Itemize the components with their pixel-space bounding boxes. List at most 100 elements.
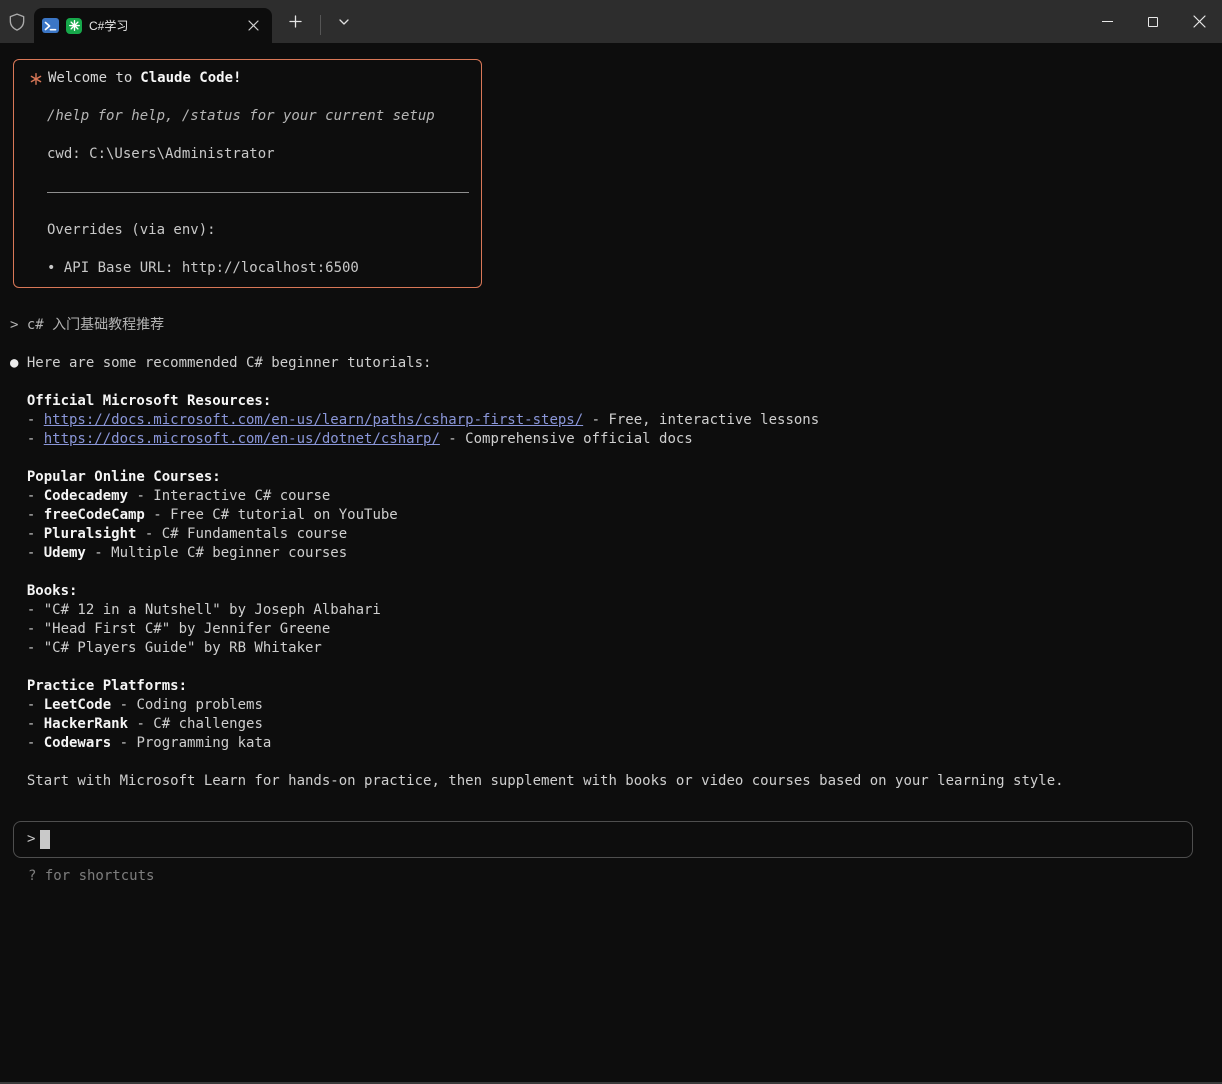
closing-line: Start with Microsoft Learn for hands-on … <box>10 772 1222 791</box>
section-heading: Books: <box>10 582 1222 601</box>
text-cursor <box>40 830 50 849</box>
text-segment: - "C# Players Guide" by RB Whitaker <box>10 640 322 656</box>
blank-line <box>10 335 1222 354</box>
text-segment: - Comprehensive official docs <box>440 431 693 447</box>
blank-line <box>10 373 1222 392</box>
tab-title: C#学习 <box>89 17 235 34</box>
text-segment: - <box>10 412 44 428</box>
minimize-icon <box>1102 21 1113 22</box>
text-segment: - <box>10 507 44 523</box>
text-segment: - <box>10 735 44 751</box>
maximize-icon <box>1148 17 1158 27</box>
minimize-button[interactable] <box>1084 0 1130 43</box>
text-segment <box>10 678 27 694</box>
text-segment: Codecademy <box>44 488 128 504</box>
titlebar: C#学习 <box>0 0 1222 43</box>
welcome-app-name: Claude Code! <box>140 69 241 88</box>
text-segment <box>10 393 27 409</box>
text-segment: - "Head First C#" by Jennifer Greene <box>10 621 330 637</box>
list-item: - https://docs.microsoft.com/en-us/learn… <box>10 411 1222 430</box>
text-segment: - <box>10 716 44 732</box>
help-hint-line: /help for help, /status for your current… <box>47 107 435 126</box>
welcome-title-line: Welcome to Claude Code! <box>30 69 473 88</box>
terminal-content: Welcome to Claude Code! /help for help, … <box>0 43 1222 1082</box>
list-item: - Codewars - Programming kata <box>10 734 1222 753</box>
text-segment: - Interactive C# course <box>128 488 330 504</box>
section-heading: Popular Online Courses: <box>10 468 1222 487</box>
text-segment: - C# Fundamentals course <box>136 526 347 542</box>
list-item: - https://docs.microsoft.com/en-us/dotne… <box>10 430 1222 449</box>
assistant-intro-line: ● Here are some recommended C# beginner … <box>10 354 1222 373</box>
text-segment: Popular Online Courses: <box>27 469 221 485</box>
shortcuts-hint: ? for shortcuts <box>28 867 1222 886</box>
admin-shield-icon <box>0 0 34 43</box>
text-segment: LeetCode <box>44 697 111 713</box>
text-segment: Udemy <box>44 545 86 561</box>
section-heading: Official Microsoft Resources: <box>10 392 1222 411</box>
close-button[interactable] <box>1176 0 1222 43</box>
text-segment: c# 入门基础教程推荐 <box>27 317 164 333</box>
welcome-text: Welcome to <box>48 69 132 88</box>
text-segment: > <box>10 317 27 333</box>
powershell-icon <box>42 18 59 33</box>
tab-dropdown-button[interactable] <box>329 7 359 37</box>
text-segment: - C# challenges <box>128 716 263 732</box>
text-segment: Codewars <box>44 735 111 751</box>
text-segment: - <box>10 697 44 713</box>
list-item: - HackerRank - C# challenges <box>10 715 1222 734</box>
link-url[interactable]: https://docs.microsoft.com/en-us/dotnet/… <box>44 431 440 447</box>
text-segment: - <box>10 431 44 447</box>
text-segment: - "C# 12 in a Nutshell" by Joseph Albaha… <box>10 602 381 618</box>
tab-close-icon[interactable] <box>242 15 264 37</box>
text-segment: HackerRank <box>44 716 128 732</box>
titlebar-separator <box>320 15 321 35</box>
list-item: - Udemy - Multiple C# beginner courses <box>10 544 1222 563</box>
link-url[interactable]: https://docs.microsoft.com/en-us/learn/p… <box>44 412 583 428</box>
text-segment: - Programming kata <box>111 735 271 751</box>
prompt-input[interactable]: > <box>13 821 1193 858</box>
text-segment: - Coding problems <box>111 697 263 713</box>
list-item: - LeetCode - Coding problems <box>10 696 1222 715</box>
text-segment: ● <box>10 355 27 371</box>
text-segment: Start with Microsoft Learn for hands-on … <box>10 773 1064 789</box>
overrides-heading: Overrides (via env): <box>47 221 216 240</box>
maximize-button[interactable] <box>1130 0 1176 43</box>
terminal-window: C#学习 <box>0 0 1222 1084</box>
cwd-line: cwd: C:\Users\Administrator <box>47 145 275 164</box>
blank-line <box>10 753 1222 772</box>
blank-line <box>10 563 1222 582</box>
prompt-char: > <box>27 830 35 849</box>
text-segment: Here are some recommended C# beginner tu… <box>27 355 432 371</box>
list-item: - "C# Players Guide" by RB Whitaker <box>10 639 1222 658</box>
text-segment: - Free, interactive lessons <box>583 412 819 428</box>
divider-line <box>47 192 469 193</box>
new-tab-button[interactable] <box>280 7 310 37</box>
text-segment: Pluralsight <box>44 526 137 542</box>
text-segment: Practice Platforms: <box>27 678 187 694</box>
text-segment <box>10 469 27 485</box>
list-item: - "C# 12 in a Nutshell" by Joseph Albaha… <box>10 601 1222 620</box>
claude-star-icon <box>30 73 42 85</box>
user-prompt-line: > c# 入门基础教程推荐 <box>10 316 1222 335</box>
text-segment: - <box>10 545 44 561</box>
tab-csharp-study[interactable]: C#学习 <box>34 8 272 43</box>
text-segment: - <box>10 526 44 542</box>
section-heading: Practice Platforms: <box>10 677 1222 696</box>
list-item: - freeCodeCamp - Free C# tutorial on You… <box>10 506 1222 525</box>
close-icon <box>1193 15 1206 28</box>
text-segment: Official Microsoft Resources: <box>27 393 271 409</box>
text-segment: Books: <box>27 583 78 599</box>
claude-code-spark-icon <box>66 18 82 34</box>
blank-line <box>10 449 1222 468</box>
list-item: - Codecademy - Interactive C# course <box>10 487 1222 506</box>
text-segment: freeCodeCamp <box>44 507 145 523</box>
api-base-url-item: • API Base URL: http://localhost:6500 <box>47 259 359 278</box>
list-item: - Pluralsight - C# Fundamentals course <box>10 525 1222 544</box>
list-item: - "Head First C#" by Jennifer Greene <box>10 620 1222 639</box>
text-segment <box>10 583 27 599</box>
conversation-log: > c# 入门基础教程推荐 ● Here are some recommende… <box>10 316 1222 791</box>
text-segment: - <box>10 488 44 504</box>
text-segment: - Free C# tutorial on YouTube <box>145 507 398 523</box>
blank-line <box>10 658 1222 677</box>
text-segment: - Multiple C# beginner courses <box>86 545 347 561</box>
